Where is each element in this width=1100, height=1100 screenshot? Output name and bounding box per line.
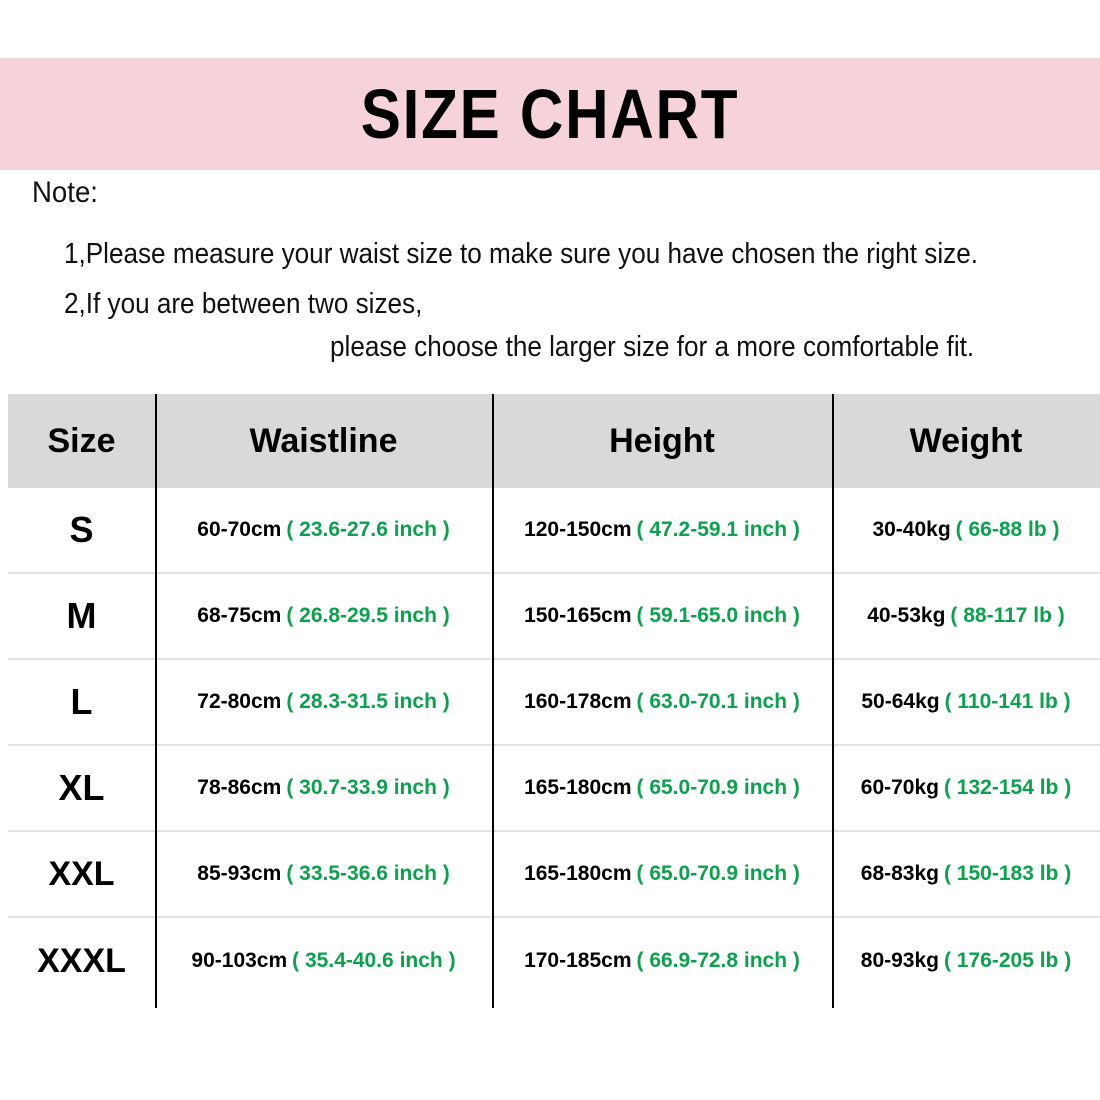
cell-size: XXL — [48, 854, 115, 893]
height-metric: 120-150cm — [524, 518, 632, 541]
title-banner: SIZE CHART — [0, 58, 1100, 170]
table-row: XXL 85-93cm ( 33.5-36.6 inch ) 165-180cm… — [8, 832, 1100, 918]
weight-imperial: ( 110-141 lb ) — [944, 690, 1071, 713]
size-chart-page: SIZE CHART Note: 1,Please measure your w… — [0, 0, 1100, 1100]
cell-weight: 68-83kg ( 150-183 lb ) — [832, 832, 1100, 916]
waist-imperial: ( 26.8-29.5 inch ) — [286, 604, 450, 627]
height-imperial: ( 59.1-65.0 inch ) — [636, 604, 800, 627]
column-header-size: Size — [47, 421, 116, 460]
cell-waistline: 72-80cm ( 28.3-31.5 inch ) — [155, 660, 492, 744]
height-imperial: ( 47.2-59.1 inch ) — [636, 518, 800, 541]
table-row: XXXL 90-103cm ( 35.4-40.6 inch ) 170-185… — [8, 918, 1100, 1004]
note-line-1: 1,Please measure your waist size to make… — [64, 238, 978, 270]
waist-metric: 68-75cm — [197, 604, 282, 627]
waist-imperial: ( 33.5-36.6 inch ) — [286, 862, 450, 885]
table-row: L 72-80cm ( 28.3-31.5 inch ) 160-178cm (… — [8, 660, 1100, 746]
cell-height: 150-165cm ( 59.1-65.0 inch ) — [492, 574, 832, 658]
cell-size: S — [69, 509, 94, 550]
cell-size: M — [66, 595, 97, 636]
height-metric: 165-180cm — [524, 776, 632, 799]
cell-weight: 50-64kg ( 110-141 lb ) — [832, 660, 1100, 744]
weight-imperial: ( 88-117 lb ) — [950, 604, 1065, 627]
weight-imperial: ( 150-183 lb ) — [943, 862, 1072, 885]
table-row: S 60-70cm ( 23.6-27.6 inch ) 120-150cm (… — [8, 488, 1100, 574]
waist-metric: 85-93cm — [197, 862, 282, 885]
note-line-2: 2,If you are between two sizes, — [64, 288, 423, 320]
cell-waistline: 68-75cm ( 26.8-29.5 inch ) — [155, 574, 492, 658]
waist-imperial: ( 23.6-27.6 inch ) — [286, 518, 450, 541]
cell-waistline: 78-86cm ( 30.7-33.9 inch ) — [155, 746, 492, 830]
note-label: Note: — [32, 176, 98, 209]
cell-size: XL — [58, 767, 105, 808]
waist-metric: 60-70cm — [197, 518, 282, 541]
weight-metric: 60-70kg — [860, 776, 939, 799]
table-header-row: Size Waistline Height Weight — [8, 394, 1100, 488]
weight-imperial: ( 176-205 lb ) — [943, 949, 1072, 972]
cell-weight: 60-70kg ( 132-154 lb ) — [832, 746, 1100, 830]
page-title: SIZE CHART — [360, 75, 740, 153]
weight-metric: 50-64kg — [861, 690, 940, 713]
weight-metric: 40-53kg — [867, 604, 946, 627]
waist-imperial: ( 30.7-33.9 inch ) — [286, 776, 450, 799]
height-imperial: ( 65.0-70.9 inch ) — [636, 862, 800, 885]
height-imperial: ( 63.0-70.1 inch ) — [636, 690, 800, 713]
cell-waistline: 60-70cm ( 23.6-27.6 inch ) — [155, 488, 492, 572]
waist-imperial: ( 28.3-31.5 inch ) — [286, 690, 450, 713]
cell-waistline: 85-93cm ( 33.5-36.6 inch ) — [155, 832, 492, 916]
cell-height: 160-178cm ( 63.0-70.1 inch ) — [492, 660, 832, 744]
cell-height: 120-150cm ( 47.2-59.1 inch ) — [492, 488, 832, 572]
cell-height: 165-180cm ( 65.0-70.9 inch ) — [492, 746, 832, 830]
height-metric: 170-185cm — [524, 949, 632, 972]
cell-weight: 40-53kg ( 88-117 lb ) — [832, 574, 1100, 658]
height-imperial: ( 66.9-72.8 inch ) — [636, 949, 800, 972]
height-imperial: ( 65.0-70.9 inch ) — [636, 776, 800, 799]
weight-imperial: ( 66-88 lb ) — [955, 518, 1060, 541]
weight-metric: 30-40kg — [872, 518, 951, 541]
cell-height: 165-180cm ( 65.0-70.9 inch ) — [492, 832, 832, 916]
column-header-weight: Weight — [909, 421, 1023, 460]
weight-metric: 80-93kg — [860, 949, 939, 972]
waist-metric: 78-86cm — [197, 776, 282, 799]
size-table: Size Waistline Height Weight S 60-70cm (… — [0, 394, 1100, 1004]
height-metric: 150-165cm — [524, 604, 632, 627]
table-row: M 68-75cm ( 26.8-29.5 inch ) 150-165cm (… — [8, 574, 1100, 660]
note-line-3: please choose the larger size for a more… — [330, 331, 975, 363]
cell-size: XXXL — [37, 941, 126, 980]
cell-weight: 80-93kg ( 176-205 lb ) — [832, 918, 1100, 1004]
cell-size: L — [70, 681, 93, 722]
table-body: S 60-70cm ( 23.6-27.6 inch ) 120-150cm (… — [8, 488, 1100, 1004]
height-metric: 160-178cm — [524, 690, 632, 713]
cell-height: 170-185cm ( 66.9-72.8 inch ) — [492, 918, 832, 1004]
table-row: XL 78-86cm ( 30.7-33.9 inch ) 165-180cm … — [8, 746, 1100, 832]
cell-waistline: 90-103cm ( 35.4-40.6 inch ) — [155, 918, 492, 1004]
cell-weight: 30-40kg ( 66-88 lb ) — [832, 488, 1100, 572]
height-metric: 165-180cm — [524, 862, 632, 885]
waist-imperial: ( 35.4-40.6 inch ) — [292, 949, 456, 972]
weight-metric: 68-83kg — [860, 862, 939, 885]
waist-metric: 90-103cm — [191, 949, 288, 972]
weight-imperial: ( 132-154 lb ) — [943, 776, 1072, 799]
waist-metric: 72-80cm — [197, 690, 282, 713]
column-header-waistline: Waistline — [249, 421, 398, 460]
column-header-height: Height — [609, 421, 715, 460]
